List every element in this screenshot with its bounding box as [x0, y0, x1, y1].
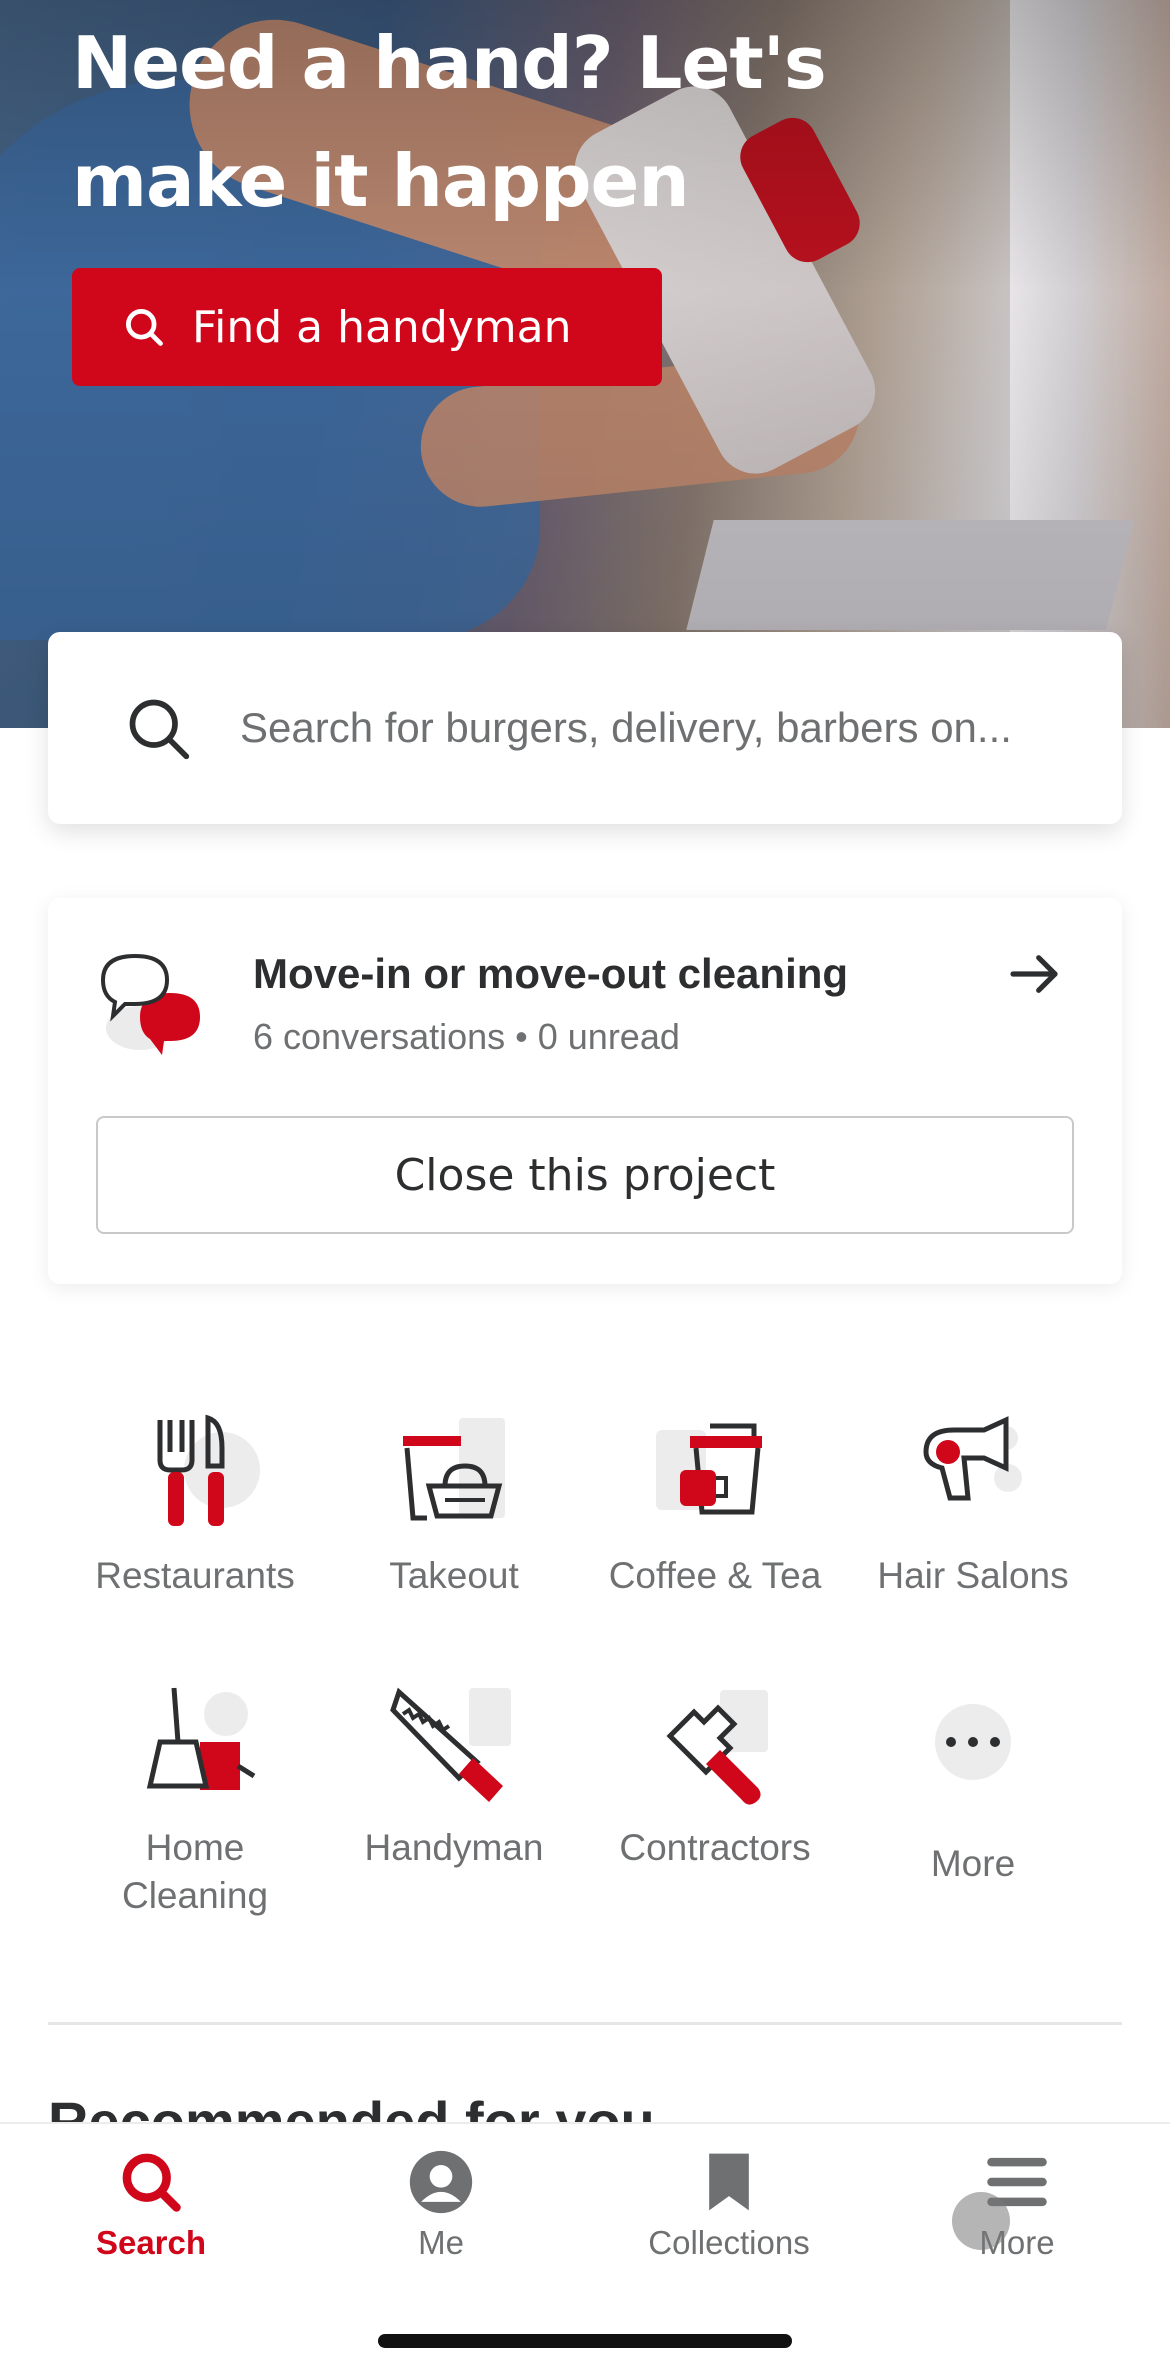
recommended-heading: Recommended for you	[48, 2090, 655, 2122]
search-icon	[122, 2153, 181, 2212]
search-icon	[126, 309, 163, 346]
hero-title: Need a hand? Let's make it happen	[72, 21, 827, 223]
tab-label: Collections	[648, 2224, 810, 2261]
project-card[interactable]: Move-in or move-out cleaning 6 conversat…	[48, 898, 1122, 1284]
hammer-icon	[666, 1690, 768, 1805]
saw-icon	[390, 1687, 511, 1802]
tab-search[interactable]: Search	[6, 2148, 296, 2262]
category-contractors[interactable]: Contractors	[585, 1680, 845, 1872]
takeout-basket-icon	[403, 1418, 505, 1521]
find-handyman-label: Find a handyman	[192, 301, 572, 353]
section-divider	[48, 2022, 1122, 2025]
bookmark-icon	[709, 2153, 749, 2211]
category-label: Restaurants	[95, 1555, 295, 1596]
category-restaurants[interactable]: Restaurants	[65, 1408, 325, 1600]
tab-me[interactable]: Me	[296, 2148, 586, 2262]
chat-bubbles-icon	[100, 953, 200, 1055]
search-icon	[129, 699, 190, 760]
category-more[interactable]: More	[843, 1680, 1103, 1888]
close-project-button[interactable]: Close this project	[96, 1116, 1074, 1234]
category-home-cleaning[interactable]: Home Cleaning	[65, 1680, 325, 1920]
category-label: Coffee & Tea	[608, 1555, 822, 1596]
project-subtitle: 6 conversations • 0 unread	[253, 1016, 680, 1057]
arrow-right-icon[interactable]	[1006, 946, 1062, 1002]
hair-dryer-icon	[923, 1416, 1022, 1501]
tab-more[interactable]: More	[872, 2148, 1162, 2262]
tab-label: Me	[418, 2224, 464, 2261]
search-input[interactable]: Search for burgers, delivery, barbers on…	[48, 632, 1122, 824]
coffee-cup-icon	[656, 1423, 762, 1515]
tab-label: Search	[95, 2224, 207, 2261]
project-title: Move-in or move-out cleaning	[253, 950, 849, 997]
fork-knife-icon	[157, 1414, 260, 1526]
category-coffee-tea[interactable]: Coffee & Tea	[585, 1408, 845, 1600]
category-takeout[interactable]: Takeout	[324, 1408, 584, 1600]
category-handyman[interactable]: Handyman	[324, 1680, 584, 1872]
category-label: Takeout	[389, 1555, 519, 1596]
profile-icon	[409, 2150, 473, 2214]
category-label: More	[930, 1843, 1016, 1884]
broom-icon	[146, 1687, 256, 1790]
tab-collections[interactable]: Collections	[584, 2148, 874, 2262]
category-label: Hair Salons	[877, 1555, 1069, 1596]
category-label: Contractors	[619, 1827, 811, 1868]
category-label: Handyman	[364, 1827, 544, 1868]
home-indicator[interactable]	[378, 2334, 792, 2348]
category-label: Home Cleaning	[121, 1827, 269, 1916]
touch-indicator	[952, 2192, 1010, 2250]
tab-label: More	[979, 2224, 1055, 2261]
category-hair-salons[interactable]: Hair Salons	[843, 1408, 1103, 1600]
search-placeholder: Search for burgers, delivery, barbers on…	[240, 704, 1012, 751]
find-handyman-button[interactable]: Find a handyman	[72, 268, 662, 386]
more-dots-icon	[935, 1704, 1011, 1780]
